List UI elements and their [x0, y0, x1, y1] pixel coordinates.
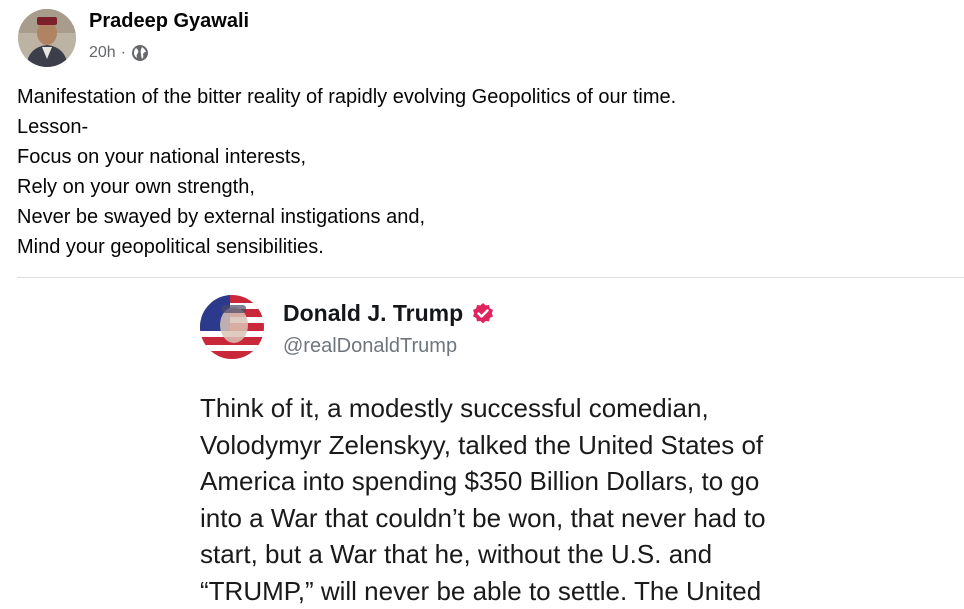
tweet-handle: @realDonaldTrump	[283, 335, 457, 358]
post-text-line: Rely on your own strength,	[17, 172, 917, 202]
verified-badge-icon	[471, 302, 495, 326]
tweet-text: Think of it, a modestly successful comed…	[200, 390, 890, 609]
tweet-author-name: Donald J. Trump	[283, 300, 495, 327]
tweet-text-line: Think of it, a modestly successful comed…	[200, 390, 890, 427]
post-timestamp[interactable]: 20h	[89, 44, 116, 62]
author-avatar[interactable]	[18, 9, 76, 67]
meta-separator: ·	[121, 44, 126, 62]
post-meta: 20h ·	[89, 42, 149, 64]
divider	[17, 277, 964, 278]
post-text: Manifestation of the bitter reality of r…	[17, 82, 917, 262]
post-text-line: Lesson-	[17, 112, 917, 142]
post-text-line: Manifestation of the bitter reality of r…	[17, 82, 917, 112]
globe-icon[interactable]	[131, 44, 149, 62]
tweet-author-name-text: Donald J. Trump	[283, 300, 463, 327]
post-text-line: Mind your geopolitical sensibilities.	[17, 232, 917, 262]
author-name[interactable]: Pradeep Gyawali	[89, 10, 249, 33]
tweet-text-line: start, but a War that he, without the U.…	[200, 536, 890, 573]
tweet-screenshot[interactable]: Donald J. Trump @realDonaldTrump Think o…	[200, 290, 900, 601]
tweet-text-line: Volodymyr Zelenskyy, talked the United S…	[200, 427, 890, 464]
post-text-line: Never be swayed by external instigations…	[17, 202, 917, 232]
tweet-text-line: America into spending $350 Billion Dolla…	[200, 463, 890, 500]
tweet-text-line: into a War that couldn’t be won, that ne…	[200, 500, 890, 537]
tweet-text-line: “TRUMP,” will never be able to settle. T…	[200, 573, 890, 609]
post-text-line: Focus on your national interests,	[17, 142, 917, 172]
tweet-avatar	[200, 295, 264, 359]
facebook-post: Pradeep Gyawali 20h · Manifestation of t…	[0, 0, 964, 601]
